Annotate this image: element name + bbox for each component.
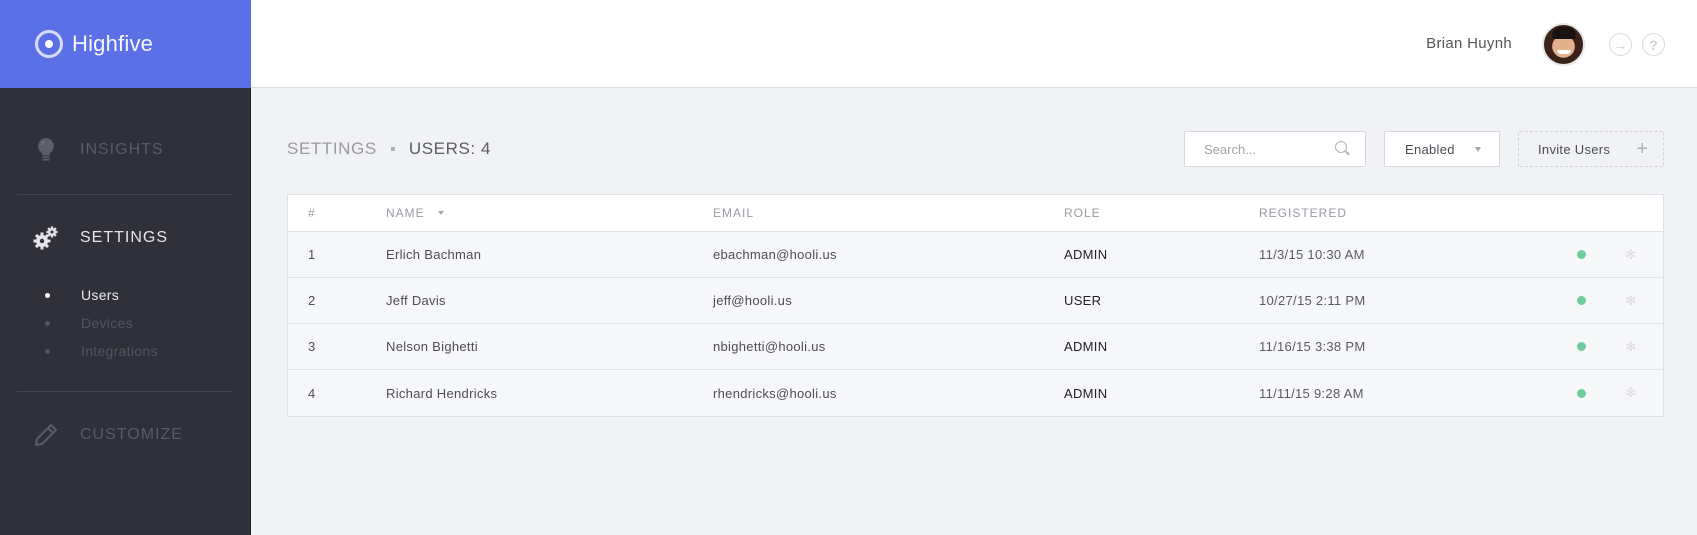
gear-icon[interactable]: ✻ [1625,248,1637,261]
logout-arrow-icon[interactable]: → [1609,33,1632,56]
table-row[interactable]: 4 Richard Hendricks rhendricks@hooli.us … [288,370,1663,416]
table-row[interactable]: 2 Jeff Davis jeff@hooli.us USER 10/27/15… [288,278,1663,324]
search-input[interactable] [1204,141,1335,157]
user-name[interactable]: Brian Huynh [1426,35,1512,52]
subnav-item-devices[interactable]: Devices [45,309,158,337]
cell-actions: ✻ [1606,386,1656,399]
cell-name: Richard Hendricks [386,385,498,401]
status-filter-dropdown[interactable]: Enabled [1384,131,1500,167]
column-header-name[interactable]: NAME [386,206,713,220]
gears-icon [33,225,59,251]
sidebar-item-label: CUSTOMIZE [80,426,183,443]
cell-registered: 11/11/15 9:28 AM [1259,385,1364,401]
sidebar-item-customize[interactable]: CUSTOMIZE [33,420,183,450]
status-enabled-dot [1576,388,1586,398]
status-enabled-dot [1576,342,1586,351]
cell-status [1556,388,1606,398]
cell-name: Erlich Bachman [386,247,482,262]
cell-number: 3 [308,339,316,354]
sidebar-divider [17,194,232,195]
cell-actions: ✻ [1606,248,1656,261]
status-filter-value: Enabled [1405,141,1455,157]
column-header-email[interactable]: EMAIL [713,206,1064,220]
cell-email: rhendricks@hooli.us [713,385,837,401]
bullet-icon [45,320,50,326]
subnav-label: Users [81,287,120,303]
breadcrumb-separator [390,147,395,151]
column-header-role[interactable]: ROLE [1064,206,1259,220]
cell-status [1556,250,1606,259]
subnav-label: Devices [81,315,133,331]
pencil-icon [33,422,59,448]
subnav-item-users[interactable]: Users [45,281,158,309]
cell-role: USER [1064,293,1102,308]
cell-name: Nelson Bighetti [386,339,478,354]
cell-registered: 10/27/15 2:11 PM [1259,293,1366,308]
sidebar-item-insights[interactable]: INSIGHTS [33,135,164,165]
sidebar: INSIGHTS SETTINGS Users Devices Integrat… [0,88,251,535]
lightbulb-icon [33,137,59,163]
breadcrumb: SETTINGS USERS: 4 [287,139,491,159]
plus-icon: + [1636,138,1648,160]
gear-icon[interactable]: ✻ [1625,340,1637,353]
status-enabled-dot [1576,250,1586,259]
highfive-logo-icon [35,30,63,58]
cell-actions: ✻ [1606,294,1656,307]
table-row[interactable]: 1 Erlich Bachman ebachman@hooli.us ADMIN… [288,232,1663,278]
cell-email: nbighetti@hooli.us [713,339,826,354]
gear-icon[interactable]: ✻ [1625,294,1637,307]
status-enabled-dot [1576,296,1586,305]
cell-name: Jeff Davis [386,293,446,308]
user-avatar[interactable] [1542,23,1585,66]
cell-email: jeff@hooli.us [713,293,793,308]
invite-users-label: Invite Users [1538,141,1611,157]
breadcrumb-settings[interactable]: SETTINGS [287,139,377,159]
help-question-icon[interactable]: ? [1642,33,1665,56]
column-header-registered[interactable]: REGISTERED [1259,206,1556,220]
sort-down-icon [437,211,444,215]
cell-role: ADMIN [1064,247,1108,262]
column-header-number[interactable]: # [288,206,386,220]
cell-number: 1 [308,247,316,262]
sidebar-divider [17,391,232,392]
caret-down-icon [1475,146,1481,152]
sidebar-item-label: INSIGHTS [80,141,164,158]
invite-users-button[interactable]: Invite Users + [1518,131,1664,167]
cell-number: 2 [308,293,316,308]
settings-subnav: Users Devices Integrations [45,281,158,365]
brand-name: Highfive [72,31,154,56]
breadcrumb-users-count: USERS: 4 [408,139,492,158]
cell-status [1556,342,1606,351]
cell-registered: 11/3/15 10:30 AM [1259,247,1365,262]
subnav-label: Integrations [81,343,158,359]
column-header-name-label: NAME [386,206,425,220]
cell-role: ADMIN [1064,339,1108,354]
gear-icon[interactable]: ✻ [1625,386,1637,399]
top-bar: Brian Huynh [251,0,1697,88]
search-box [1184,131,1366,167]
users-table: # NAME EMAIL ROLE REGISTERED 1 Erlich Ba… [287,194,1664,417]
table-row[interactable]: 3 Nelson Bighetti nbighetti@hooli.us ADM… [288,324,1663,370]
cell-status [1556,296,1606,305]
bullet-icon [45,292,50,298]
cell-registered: 11/16/15 3:38 PM [1259,339,1366,354]
bullet-icon [45,348,50,354]
subnav-item-integrations[interactable]: Integrations [45,337,158,365]
cell-email: ebachman@hooli.us [713,247,837,262]
sidebar-item-label: SETTINGS [80,229,169,246]
cell-role: ADMIN [1064,385,1108,401]
brand-header[interactable]: Highfive [0,0,251,88]
cell-number: 4 [308,385,316,401]
cell-actions: ✻ [1606,340,1656,353]
search-icon[interactable] [1335,141,1351,157]
table-header: # NAME EMAIL ROLE REGISTERED [288,195,1663,232]
sidebar-item-settings[interactable]: SETTINGS [33,223,168,253]
